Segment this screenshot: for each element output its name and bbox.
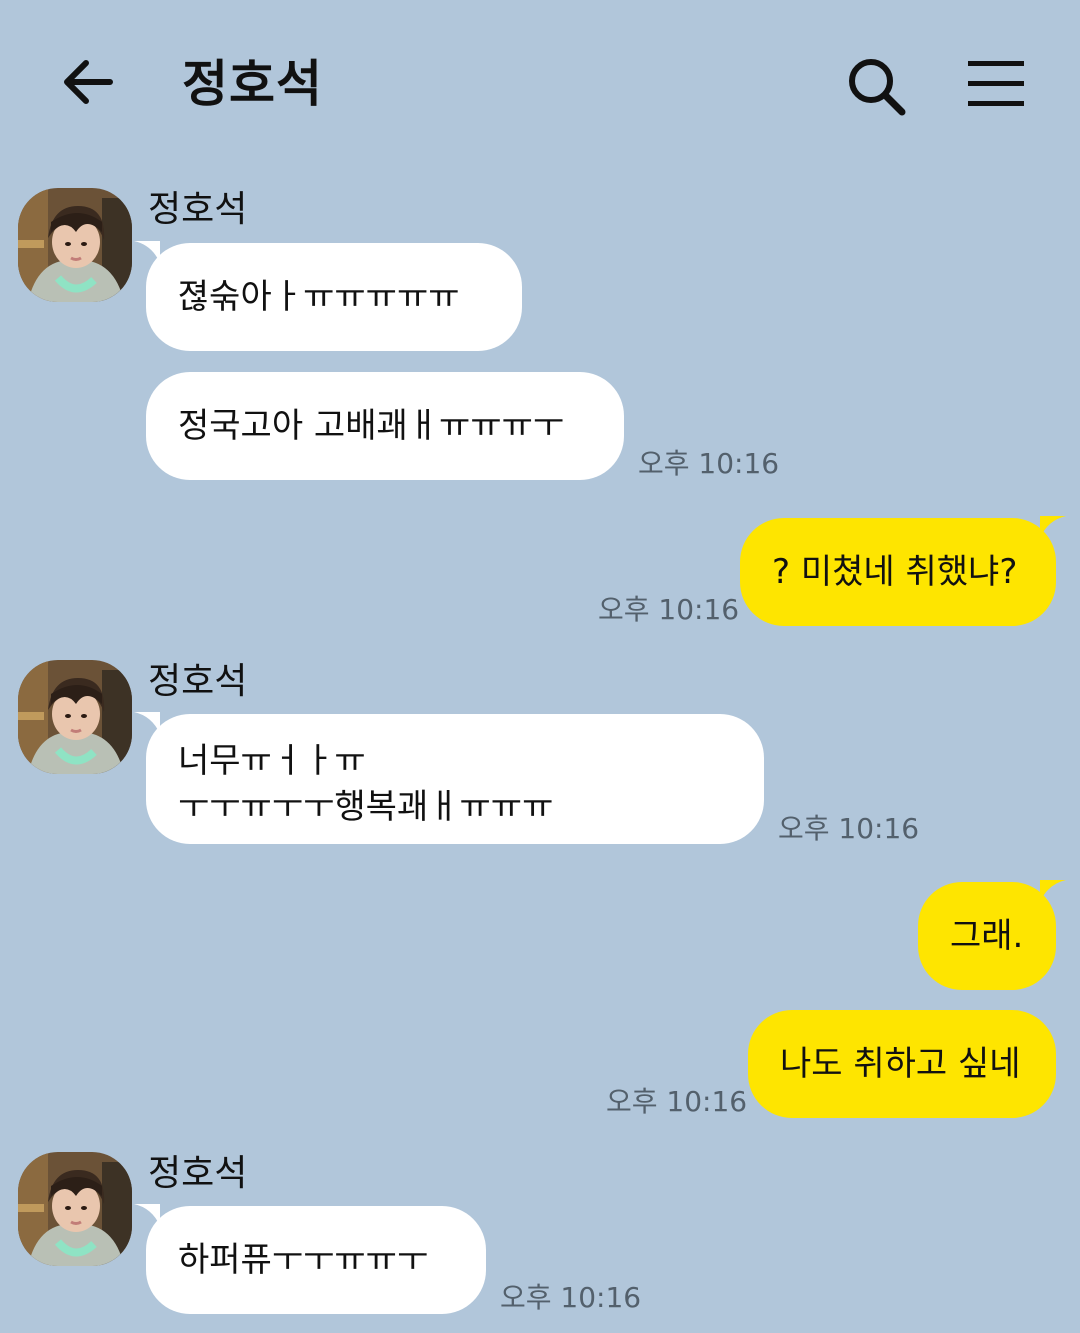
incoming-message-bubble[interactable]: 정국고아 고배괘ㅐㅠㅠㅠㅜ [146, 372, 624, 480]
bubble-tail [134, 712, 160, 734]
sender-name: 정호석 [148, 189, 248, 230]
message-timestamp: 오후 10:16 [778, 812, 920, 845]
chat-header: 정호석 [0, 0, 1080, 170]
message-timestamp: 오후 10:16 [598, 593, 740, 626]
back-arrow-icon[interactable] [58, 52, 118, 112]
message-text: ? 미쳤네 취했냐? [772, 552, 1018, 592]
outgoing-message-bubble[interactable]: 나도 취하고 싶네 [748, 1010, 1056, 1118]
sender-name: 정호석 [148, 1153, 248, 1194]
message-text: 정국고아 고배괘ㅐㅠㅠㅠㅜ [178, 406, 565, 446]
message-text-line: 너무ㅠㅓㅏㅠ [178, 741, 366, 781]
avatar[interactable] [18, 660, 132, 774]
incoming-message-bubble[interactable]: 하퍼퓨ㅜㅜㅠㅠㅜ [134, 1204, 486, 1314]
bubble-tail [1040, 880, 1066, 902]
incoming-message-bubble[interactable]: 젾숚아ㅏㅠㅠㅠㅠㅠ [134, 241, 522, 351]
message-timestamp: 오후 10:16 [638, 447, 780, 480]
message-text: 젾숚아ㅏㅠㅠㅠㅠㅠ [178, 277, 460, 317]
bubble-tail [134, 1204, 160, 1226]
search-icon[interactable] [846, 56, 906, 116]
menu-icon[interactable] [968, 58, 1026, 110]
bubble-tail [1040, 516, 1066, 538]
message-timestamp: 오후 10:16 [606, 1085, 748, 1118]
avatar[interactable] [18, 188, 132, 302]
outgoing-message-bubble[interactable]: 그래. [918, 880, 1066, 990]
outgoing-message-bubble[interactable]: ? 미쳤네 취했냐? [740, 516, 1066, 626]
message-text: 하퍼퓨ㅜㅜㅠㅠㅜ [178, 1240, 429, 1280]
avatar[interactable] [18, 1152, 132, 1266]
sender-name: 정호석 [148, 661, 248, 702]
message-text-line: ㅜㅜㅠㅜㅜ행복괘ㅐㅠㅠㅠ [178, 787, 554, 827]
message-timestamp: 오후 10:16 [500, 1281, 642, 1314]
avatar-image [18, 660, 132, 774]
message-text: 나도 취하고 싶네 [780, 1044, 1021, 1084]
chat-title: 정호석 [182, 55, 323, 113]
message-text: 그래. [950, 916, 1024, 956]
bubble-tail [134, 241, 160, 263]
incoming-message-bubble[interactable]: 너무ㅠㅓㅏㅠ ㅜㅜㅠㅜㅜ행복괘ㅐㅠㅠㅠ [134, 712, 764, 844]
avatar-image [18, 1152, 132, 1266]
avatar-image [18, 188, 132, 302]
